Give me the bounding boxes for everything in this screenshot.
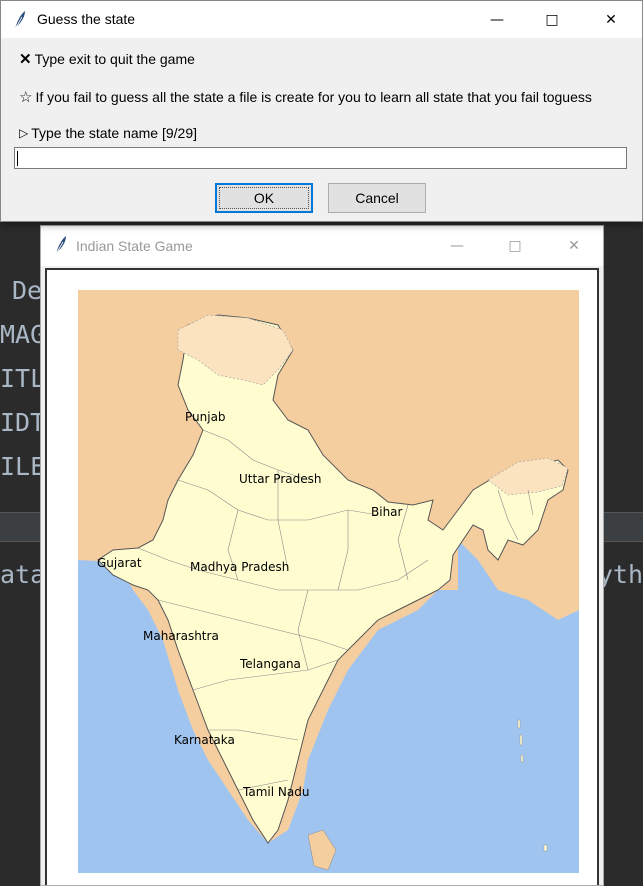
state-label: Karnataka [174, 733, 235, 747]
state-name-field[interactable] [15, 148, 626, 168]
maximize-icon[interactable]: □ [492, 226, 538, 266]
state-name-input[interactable] [14, 147, 627, 169]
code-line: De [12, 276, 43, 305]
feather-icon [55, 236, 66, 255]
india-map: Punjab Uttar Pradesh Bihar Gujarat Madhy… [78, 290, 579, 873]
state-label: Madhya Pradesh [190, 560, 290, 574]
triangle-right-icon: ▷ [19, 126, 29, 140]
state-label: Telangana [240, 657, 301, 671]
fail-instruction-text: If you fail to guess all the state a fil… [35, 89, 592, 105]
text-caret [17, 151, 18, 166]
code-line: yth [597, 560, 643, 589]
state-label: Uttar Pradesh [239, 472, 322, 486]
state-label: Punjab [185, 410, 226, 424]
code-line: IDT [0, 408, 46, 437]
dialog-titlebar[interactable]: Guess the state — □ ✕ [1, 1, 642, 38]
dialog-title: Guess the state [37, 11, 136, 27]
state-label: Bihar [371, 505, 403, 519]
exit-instruction-text: Type exit to quit the game [34, 51, 195, 67]
prompt-label: ▷ Type the state name [9/29] [19, 125, 197, 141]
game-window-titlebar[interactable]: Indian State Game — □ ✕ [41, 226, 603, 266]
state-label: Tamil Nadu [243, 785, 310, 799]
code-line: ILE [0, 452, 46, 481]
game-window: Indian State Game — □ ✕ Punjab Uttar Pra… [40, 225, 604, 886]
minimize-icon[interactable]: — [434, 226, 480, 266]
india-map-image [78, 290, 579, 873]
code-line: ITL [0, 364, 46, 393]
cancel-button[interactable]: Cancel [328, 183, 426, 213]
code-line: MAG [0, 320, 46, 349]
state-label: Maharashtra [143, 629, 219, 643]
exit-instruction: ✕ Type exit to quit the game [19, 50, 195, 68]
ok-button[interactable]: OK [215, 183, 313, 213]
game-window-title: Indian State Game [76, 238, 193, 254]
code-line: ata [0, 560, 46, 589]
map-canvas[interactable]: Punjab Uttar Pradesh Bihar Gujarat Madhy… [45, 268, 599, 885]
close-icon[interactable]: ✕ [551, 226, 597, 266]
star-icon: ☆ [19, 89, 33, 106]
close-icon[interactable]: ✕ [588, 1, 634, 38]
feather-icon [14, 11, 25, 30]
fail-instruction: ☆ If you fail to guess all the state a f… [19, 88, 592, 106]
minimize-icon[interactable]: — [474, 1, 520, 38]
guess-dialog: Guess the state — □ ✕ ✕ Type exit to qui… [0, 0, 643, 222]
cross-icon: ✕ [19, 51, 32, 68]
prompt-text: Type the state name [9/29] [31, 125, 198, 141]
state-label: Gujarat [97, 556, 142, 570]
maximize-icon[interactable]: □ [529, 1, 575, 38]
